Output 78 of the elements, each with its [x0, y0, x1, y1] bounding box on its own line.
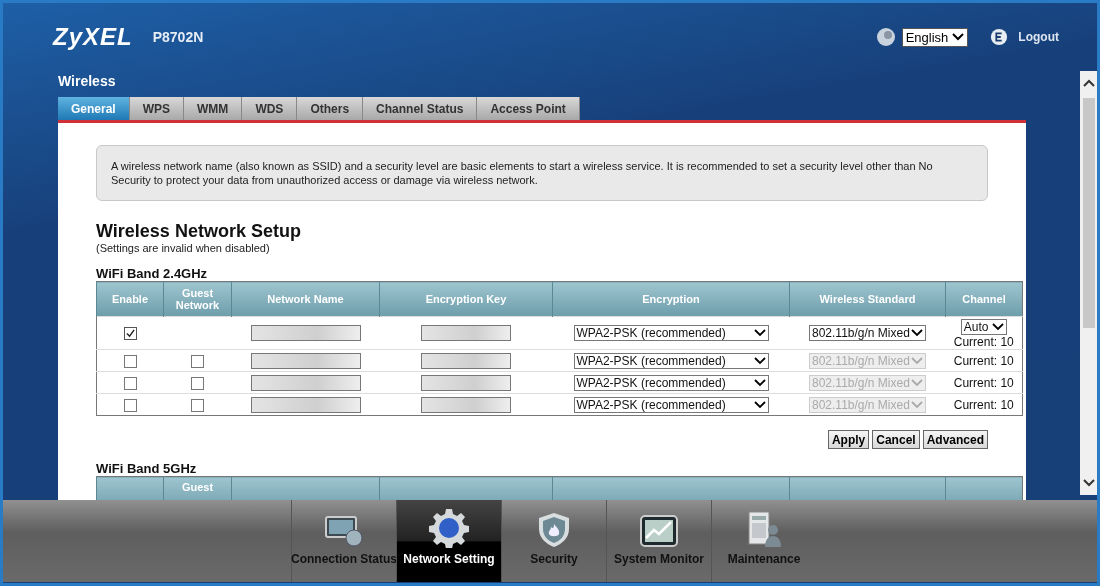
- section-title: Wireless: [58, 73, 117, 91]
- column-header: Channel: [945, 281, 1023, 317]
- band-title: WiFi Band 2.4GHz: [96, 266, 209, 281]
- network-name-field[interactable]: [250, 325, 361, 341]
- gear-icon: [429, 508, 469, 548]
- column-header: Wireless Standard: [789, 281, 946, 317]
- tab[interactable]: Others: [297, 97, 364, 120]
- tab[interactable]: WPS: [129, 97, 185, 120]
- info-box: A wireless network name (also known as SSID) and a security level are basic elements to start a wireless service. It is recommended to set a security level other than No Security to protect your data from unauthorized access or damage via wireless network.: [96, 145, 988, 201]
- column-header: Encryption: [552, 281, 790, 317]
- shield-icon: [537, 512, 571, 548]
- encryption-key-field[interactable]: [421, 396, 511, 413]
- encryption-select[interactable]: WPA2-PSK (recommended): [573, 396, 769, 413]
- dock-label: Connection Status: [291, 552, 397, 566]
- column-header: Encryption Key: [379, 281, 553, 317]
- network-name-field[interactable]: [250, 352, 361, 369]
- encryption-select[interactable]: WPA2-PSK (recommended): [573, 325, 769, 341]
- column-header: Network Name: [231, 281, 380, 317]
- column-header: Guest Network: [163, 281, 232, 317]
- caret-icon: [911, 378, 923, 387]
- column-header: Guest: [181, 481, 214, 493]
- logout-link[interactable]: Logout: [1018, 30, 1059, 44]
- cabinet-icon: [746, 510, 782, 548]
- current-channel: Current: 10: [952, 397, 1015, 412]
- page-title: Wireless Network Setup: [96, 221, 302, 242]
- channel-select[interactable]: Auto: [960, 319, 1007, 335]
- encryption-select[interactable]: WPA2-PSK (recommended): [573, 352, 769, 369]
- caret-icon: [753, 378, 766, 387]
- caret-icon: [952, 33, 965, 41]
- enable-checkbox[interactable]: [123, 327, 137, 341]
- language-select[interactable]: English: [901, 27, 969, 47]
- network-name-field[interactable]: [250, 374, 361, 391]
- caret-icon: [911, 400, 923, 409]
- enable-checkbox[interactable]: [123, 376, 137, 390]
- caret-icon: [753, 356, 766, 365]
- wireless-standard-select[interactable]: 802.11b/g/n Mixed: [809, 325, 926, 341]
- tab[interactable]: Channel Status: [363, 97, 478, 120]
- guest-checkbox[interactable]: [191, 376, 204, 390]
- action-button[interactable]: Cancel: [872, 430, 920, 449]
- tab[interactable]: WDS: [242, 97, 298, 120]
- encryption-key-field[interactable]: [421, 352, 511, 369]
- scroll-up-icon[interactable]: [1082, 79, 1095, 87]
- dock-label: Network Setting: [403, 552, 495, 566]
- caret-icon: [911, 356, 923, 365]
- monitor-icon: [324, 514, 364, 548]
- logout-icon: [990, 28, 1009, 46]
- page-subtitle: (Settings are invalid when disabled): [96, 242, 271, 254]
- enable-checkbox[interactable]: [123, 354, 137, 368]
- current-channel: Current: 10: [952, 335, 1015, 349]
- brand-logo: ZyXEL: [53, 23, 133, 51]
- model-name: P8702N: [152, 29, 204, 45]
- network-name-field[interactable]: [250, 396, 361, 413]
- guest-checkbox[interactable]: [191, 354, 204, 368]
- chart-icon: [639, 514, 679, 548]
- tab[interactable]: WMM: [184, 97, 243, 120]
- dock-label: Security: [530, 552, 578, 566]
- column-header: Enable: [96, 281, 164, 317]
- action-button[interactable]: Apply: [827, 430, 870, 449]
- caret-icon: [753, 400, 766, 409]
- globe-icon: [875, 27, 896, 47]
- enable-checkbox[interactable]: [123, 398, 137, 412]
- tab[interactable]: Access Point: [477, 97, 580, 120]
- dock-label: Maintenance: [727, 552, 801, 566]
- encryption-select[interactable]: WPA2-PSK (recommended): [573, 374, 769, 391]
- scroll-down-icon[interactable]: [1082, 479, 1095, 487]
- dock-item[interactable]: Network Setting: [396, 500, 501, 582]
- encryption-key-field[interactable]: [421, 374, 511, 391]
- guest-checkbox[interactable]: [191, 398, 204, 412]
- action-button[interactable]: Advanced: [922, 430, 988, 449]
- current-channel: Current: 10: [952, 353, 1015, 368]
- caret-icon: [991, 323, 1004, 331]
- dock-label: System Monitor: [614, 552, 704, 566]
- current-channel: Current: 10: [952, 375, 1015, 390]
- caret-icon: [911, 329, 923, 337]
- scrollbar[interactable]: [1080, 71, 1097, 495]
- encryption-key-field[interactable]: [421, 325, 511, 341]
- band-title: WiFi Band 5GHz: [96, 461, 198, 476]
- caret-icon: [753, 329, 766, 337]
